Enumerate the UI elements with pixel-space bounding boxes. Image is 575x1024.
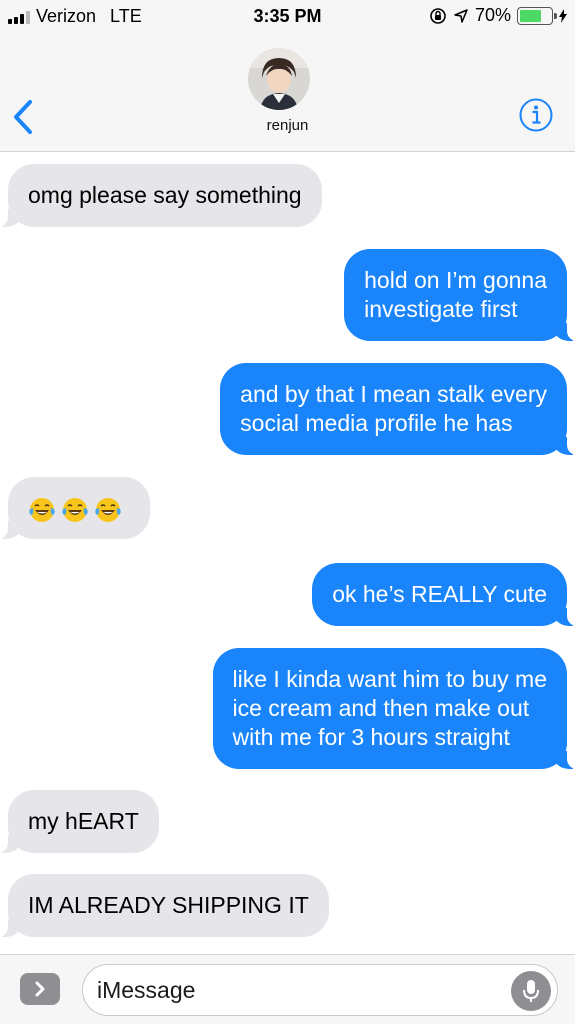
message-text: social media profile he has (240, 410, 513, 436)
message-bubble-sent[interactable]: like I kinda want him to buy me ice crea… (212, 648, 575, 769)
microphone-button[interactable] (511, 971, 551, 1011)
chevron-right-icon (35, 981, 45, 997)
info-icon (519, 98, 553, 132)
battery-level (520, 9, 541, 22)
bolt-icon (559, 8, 567, 23)
message-text: like I kinda want him to buy me (232, 666, 547, 692)
message-bubble-sent[interactable]: ok he’s REALLY cute (312, 563, 575, 626)
message-text: ice cream and then make out (232, 695, 530, 721)
apps-button[interactable] (20, 973, 60, 1005)
conversation-header: Verizon LTE 3:35 PM 70% renjun (0, 0, 575, 152)
message-text: and by that I mean stalk every (240, 381, 547, 407)
face-with-tears-of-joy-icon (95, 498, 121, 522)
status-bar: Verizon LTE 3:35 PM 70% (0, 0, 575, 34)
contact-name[interactable]: renjun (0, 117, 575, 134)
location-arrow-icon (454, 8, 468, 23)
battery-icon (517, 6, 557, 25)
message-input-container (82, 964, 558, 1016)
face-with-tears-of-joy-icon (62, 498, 88, 522)
message-bubble-received[interactable]: IM ALREADY SHIPPING IT (0, 874, 329, 937)
battery-percent: 70% (474, 5, 511, 25)
message-text: ok he’s REALLY cute (332, 581, 547, 607)
message-text: with me for 3 hours straight (232, 724, 510, 750)
message-text: IM ALREADY SHIPPING IT (28, 892, 309, 918)
emoji-row (28, 493, 122, 524)
message-bubble-sent[interactable]: hold on I’m gonna investigate first (344, 249, 575, 341)
message-text: omg please say something (28, 182, 302, 208)
message-input[interactable] (97, 973, 497, 1007)
message-composer (0, 954, 575, 1024)
message-bubble-received[interactable]: my hEART (0, 790, 159, 853)
face-with-tears-of-joy-icon (29, 498, 55, 522)
message-bubble-received[interactable] (0, 477, 150, 539)
message-text: hold on I’m gonna (364, 267, 547, 293)
avatar-photo (248, 48, 310, 110)
orientation-lock-icon (430, 7, 446, 24)
message-thread[interactable]: omg please say something hold on I’m gon… (0, 152, 575, 954)
info-button[interactable] (519, 98, 553, 132)
message-bubble-sent[interactable]: and by that I mean stalk every social me… (220, 363, 575, 455)
microphone-icon (523, 980, 539, 1002)
status-right: 70% (429, 5, 567, 26)
contact-avatar[interactable] (248, 48, 310, 110)
message-bubble-received[interactable]: omg please say something (0, 164, 322, 227)
message-text: my hEART (28, 808, 139, 834)
message-text: investigate first (364, 296, 518, 322)
